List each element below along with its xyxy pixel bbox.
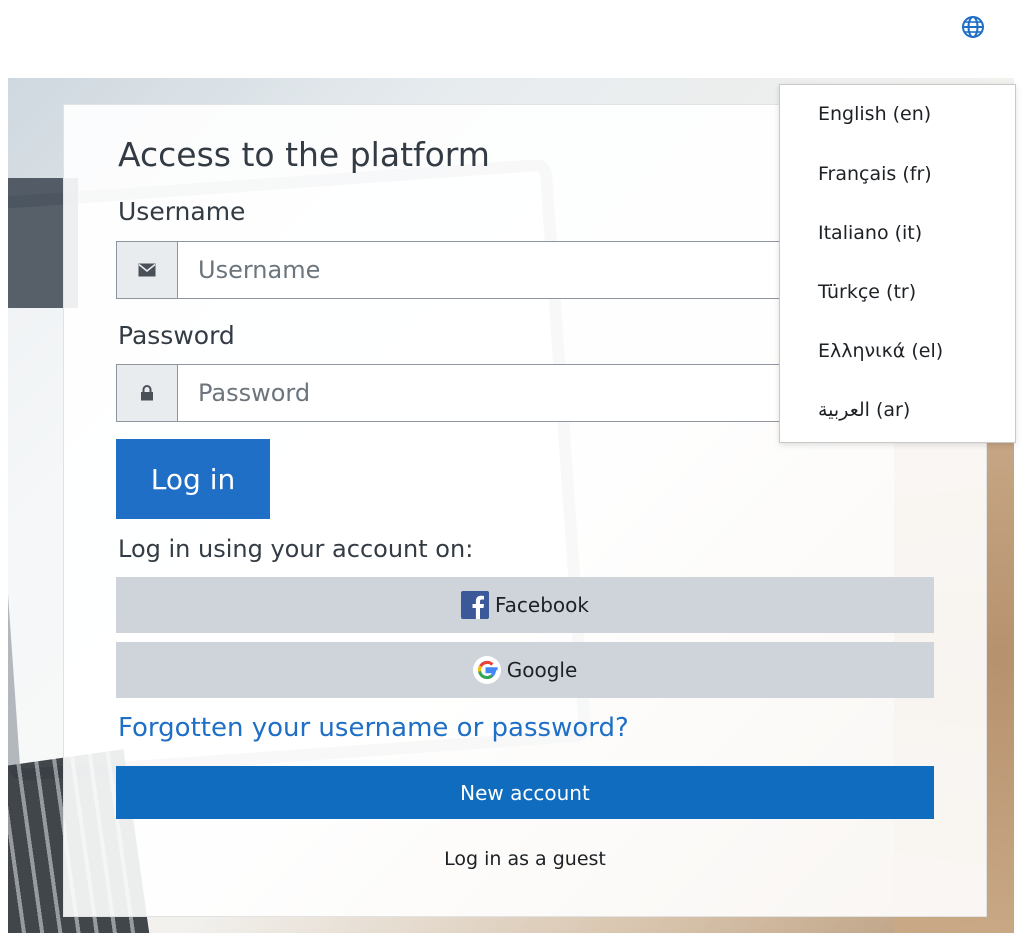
language-option-el[interactable]: Ελληνικά (el) bbox=[818, 340, 943, 362]
google-login-button[interactable]: Google bbox=[116, 642, 934, 698]
google-login-label: Google bbox=[506, 658, 578, 682]
language-option-fr[interactable]: Français (fr) bbox=[818, 163, 932, 185]
language-dropdown-menu: English (en) Français (fr) Italiano (it)… bbox=[779, 84, 1016, 443]
language-option-tr[interactable]: Türkçe (tr) bbox=[818, 281, 916, 303]
language-option-it[interactable]: Italiano (it) bbox=[818, 222, 922, 244]
language-option-ar[interactable]: العربية (ar) bbox=[818, 399, 910, 421]
alternate-login-label: Log in using your account on: bbox=[118, 535, 474, 563]
username-label: Username bbox=[118, 197, 246, 226]
envelope-icon bbox=[138, 263, 156, 277]
language-menu-toggle[interactable] bbox=[958, 12, 988, 42]
password-label: Password bbox=[118, 321, 235, 350]
google-icon bbox=[472, 656, 501, 684]
top-navbar bbox=[0, 0, 1022, 78]
forgot-password-link[interactable]: Forgotten your username or password? bbox=[118, 713, 629, 743]
facebook-icon bbox=[461, 591, 489, 619]
facebook-login-label: Facebook bbox=[495, 593, 589, 617]
lock-icon bbox=[141, 385, 153, 401]
username-addon bbox=[117, 242, 178, 298]
globe-icon bbox=[962, 16, 984, 38]
login-button[interactable]: Log in bbox=[116, 439, 270, 519]
language-option-en[interactable]: English (en) bbox=[818, 103, 931, 125]
password-addon bbox=[117, 365, 178, 421]
new-account-button[interactable]: New account bbox=[116, 766, 934, 819]
facebook-login-button[interactable]: Facebook bbox=[116, 577, 934, 633]
guest-login-button[interactable]: Log in as a guest bbox=[116, 841, 934, 877]
page-title: Access to the platform bbox=[118, 135, 490, 174]
